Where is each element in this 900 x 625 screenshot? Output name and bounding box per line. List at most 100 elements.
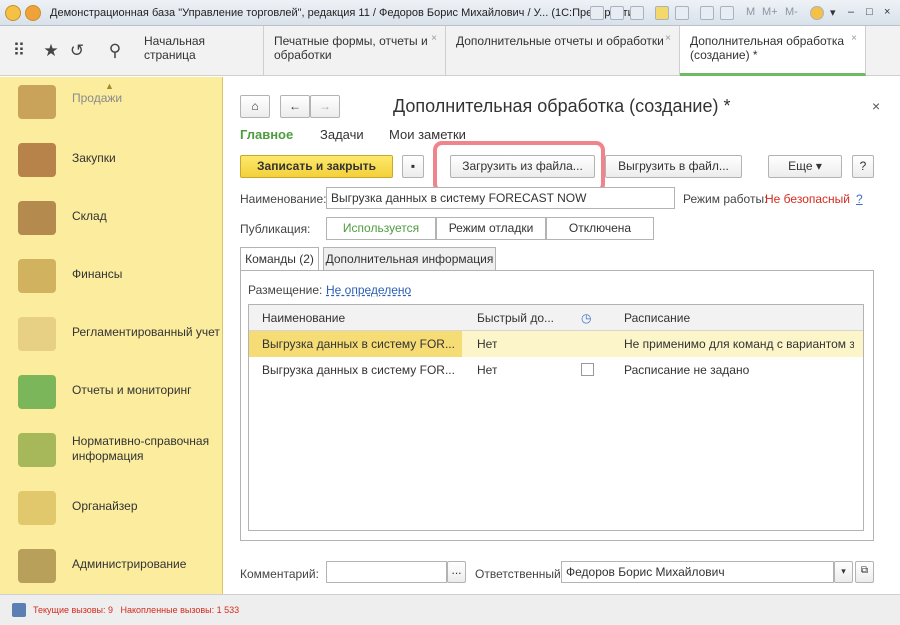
sidebar-item-label: Финансы (72, 267, 123, 281)
minimize-icon[interactable]: – (848, 6, 854, 18)
sidebar-item-reference[interactable]: Нормативно-справочная информация (0, 421, 223, 477)
sidebar-item-label: Склад (72, 209, 107, 223)
sidebar-item-administration[interactable]: Администрирование (0, 537, 223, 593)
close-window-icon[interactable]: × (884, 6, 890, 18)
close-tab-icon[interactable]: × (431, 32, 437, 46)
mode-label: Режим работы: (683, 192, 768, 206)
save-icon[interactable] (590, 6, 604, 20)
name-input[interactable]: Выгрузка данных в систему FORECAST NOW (326, 187, 675, 209)
maximize-icon[interactable]: □ (866, 6, 873, 18)
close-tab-icon[interactable]: × (851, 32, 857, 46)
search-icon[interactable]: ⚲ (104, 40, 126, 62)
row-fast: Нет (477, 337, 498, 351)
responsible-input[interactable]: Федоров Борис Михайлович (561, 561, 834, 583)
load-from-file-button[interactable]: Загрузить из файла... (450, 155, 595, 178)
organizer-icon (18, 491, 56, 525)
menu-icon[interactable] (25, 5, 41, 21)
reports-icon (18, 375, 56, 409)
tab-processing-create[interactable]: Дополнительная обработка (создание) * × (680, 26, 866, 76)
nav-main[interactable]: Главное (240, 127, 293, 142)
status-bar: Текущие вызовы: 9 Накопленные вызовы: 1 … (0, 594, 900, 625)
clock-icon: ◷ (581, 311, 592, 325)
help-button[interactable]: ? (852, 155, 874, 178)
calculator-icon[interactable] (700, 6, 714, 20)
forward-button[interactable]: → (310, 95, 340, 118)
back-button[interactable]: ← (280, 95, 310, 118)
network-icon (12, 603, 26, 617)
tab-print-forms[interactable]: Печатные формы, отчеты и обработки × (264, 26, 446, 76)
sidebar-item-finance[interactable]: Финансы (0, 247, 223, 303)
mode-help-link[interactable]: ? (856, 192, 863, 206)
comment-input[interactable] (326, 561, 447, 583)
table-header: Наименование Быстрый до... ◷ Расписание (249, 305, 863, 331)
close-form-icon[interactable]: × (872, 98, 880, 114)
finance-icon (18, 259, 56, 293)
apps-icon[interactable]: ⠿ (8, 40, 30, 62)
warehouse-icon (18, 201, 56, 235)
calendar-icon[interactable] (720, 6, 734, 20)
sidebar-item-organizer[interactable]: Органайзер (0, 479, 223, 535)
column-header-name[interactable]: Наименование (262, 305, 345, 331)
publication-option-used[interactable]: Используется (326, 217, 436, 240)
save-icon[interactable]: ▪ (402, 155, 424, 178)
nav-notes[interactable]: Мои заметки (389, 127, 466, 142)
table-row[interactable]: Выгрузка данных в систему FOR... Нет Не … (249, 331, 863, 357)
sidebar-item-sales[interactable]: Продажи (0, 73, 223, 129)
accounting-icon (18, 317, 56, 351)
row-name: Выгрузка данных в систему FOR... (262, 363, 455, 377)
sidebar-item-warehouse[interactable]: Склад (0, 189, 223, 245)
name-label: Наименование: (240, 192, 327, 206)
preview-icon[interactable] (630, 6, 644, 20)
publication-option-disabled[interactable]: Отключена (546, 217, 654, 240)
window-titlebar: Демонстрационная база "Управление торгов… (0, 0, 900, 26)
sidebar-item-label: Отчеты и мониторинг (72, 383, 192, 397)
row-checkbox[interactable] (581, 363, 594, 376)
tab-label: Дополнительная обработка (создание) * (690, 34, 845, 62)
row-schedule: Не применимо для команд с вариантом з... (624, 337, 854, 351)
column-header-fast[interactable]: Быстрый до... (477, 305, 554, 331)
memory-plus-button[interactable]: M+ (762, 6, 778, 18)
dropdown-icon[interactable]: ▾ (830, 6, 836, 19)
star-icon[interactable]: ★ (40, 40, 62, 62)
reference-icon (18, 433, 56, 467)
history-icon[interactable]: ↺ (66, 40, 88, 62)
sidebar-item-reports[interactable]: Отчеты и мониторинг (0, 363, 223, 419)
unload-to-file-button[interactable]: Выгрузить в файл... (605, 155, 742, 178)
tab-commands[interactable]: Команды (2) (240, 247, 319, 271)
publication-label: Публикация: (240, 222, 311, 236)
row-fast: Нет (477, 363, 498, 377)
close-tab-icon[interactable]: × (665, 32, 671, 46)
tab-label: Печатные формы, отчеты и обработки (274, 34, 428, 62)
save-close-button[interactable]: Записать и закрыть (240, 155, 393, 178)
nav-tasks[interactable]: Задачи (320, 127, 364, 142)
sidebar-item-label: Регламентированный учет (72, 325, 220, 339)
sidebar-item-label: Продажи (72, 91, 123, 105)
print-icon[interactable] (610, 6, 624, 20)
sidebar-item-purchases[interactable]: Закупки (0, 131, 223, 187)
window-title: Демонстрационная база "Управление торгов… (50, 7, 644, 19)
sidebar-item-regulated-accounting[interactable]: Регламентированный учет (0, 305, 223, 361)
placement-label: Размещение: (248, 283, 323, 297)
comment-select-button[interactable]: ... (447, 561, 466, 583)
publication-option-debug[interactable]: Режим отладки (436, 217, 546, 240)
favorites-icon[interactable] (655, 6, 669, 20)
responsible-label: Ответственный: (475, 567, 565, 581)
column-header-schedule[interactable]: Расписание (624, 305, 690, 331)
responsible-open-icon[interactable]: ⧉ (855, 561, 874, 583)
table-row[interactable]: Выгрузка данных в систему FOR... Нет Рас… (249, 357, 863, 383)
tab-additional-info[interactable]: Дополнительная информация (323, 247, 496, 271)
responsible-dropdown-icon[interactable]: ▾ (834, 561, 853, 583)
tab-bar: ⠿ ★ ↺ ⚲ Начальная страница Печатные форм… (0, 26, 900, 76)
tab-home[interactable]: Начальная страница (134, 26, 264, 76)
more-button[interactable]: Еще ▾ (768, 155, 842, 178)
app-logo-icon (5, 5, 21, 21)
home-button[interactable]: ⌂ (240, 95, 270, 118)
tab-label: Дополнительные отчеты и обработки (456, 34, 664, 48)
history-icon[interactable] (675, 6, 689, 20)
placement-link[interactable]: Не определено (326, 283, 411, 297)
comment-label: Комментарий: (240, 567, 319, 581)
memory-button[interactable]: M (746, 6, 755, 18)
tab-additional-reports[interactable]: Дополнительные отчеты и обработки × (446, 26, 680, 76)
info-icon[interactable] (810, 6, 824, 20)
memory-minus-button[interactable]: M- (785, 6, 798, 18)
